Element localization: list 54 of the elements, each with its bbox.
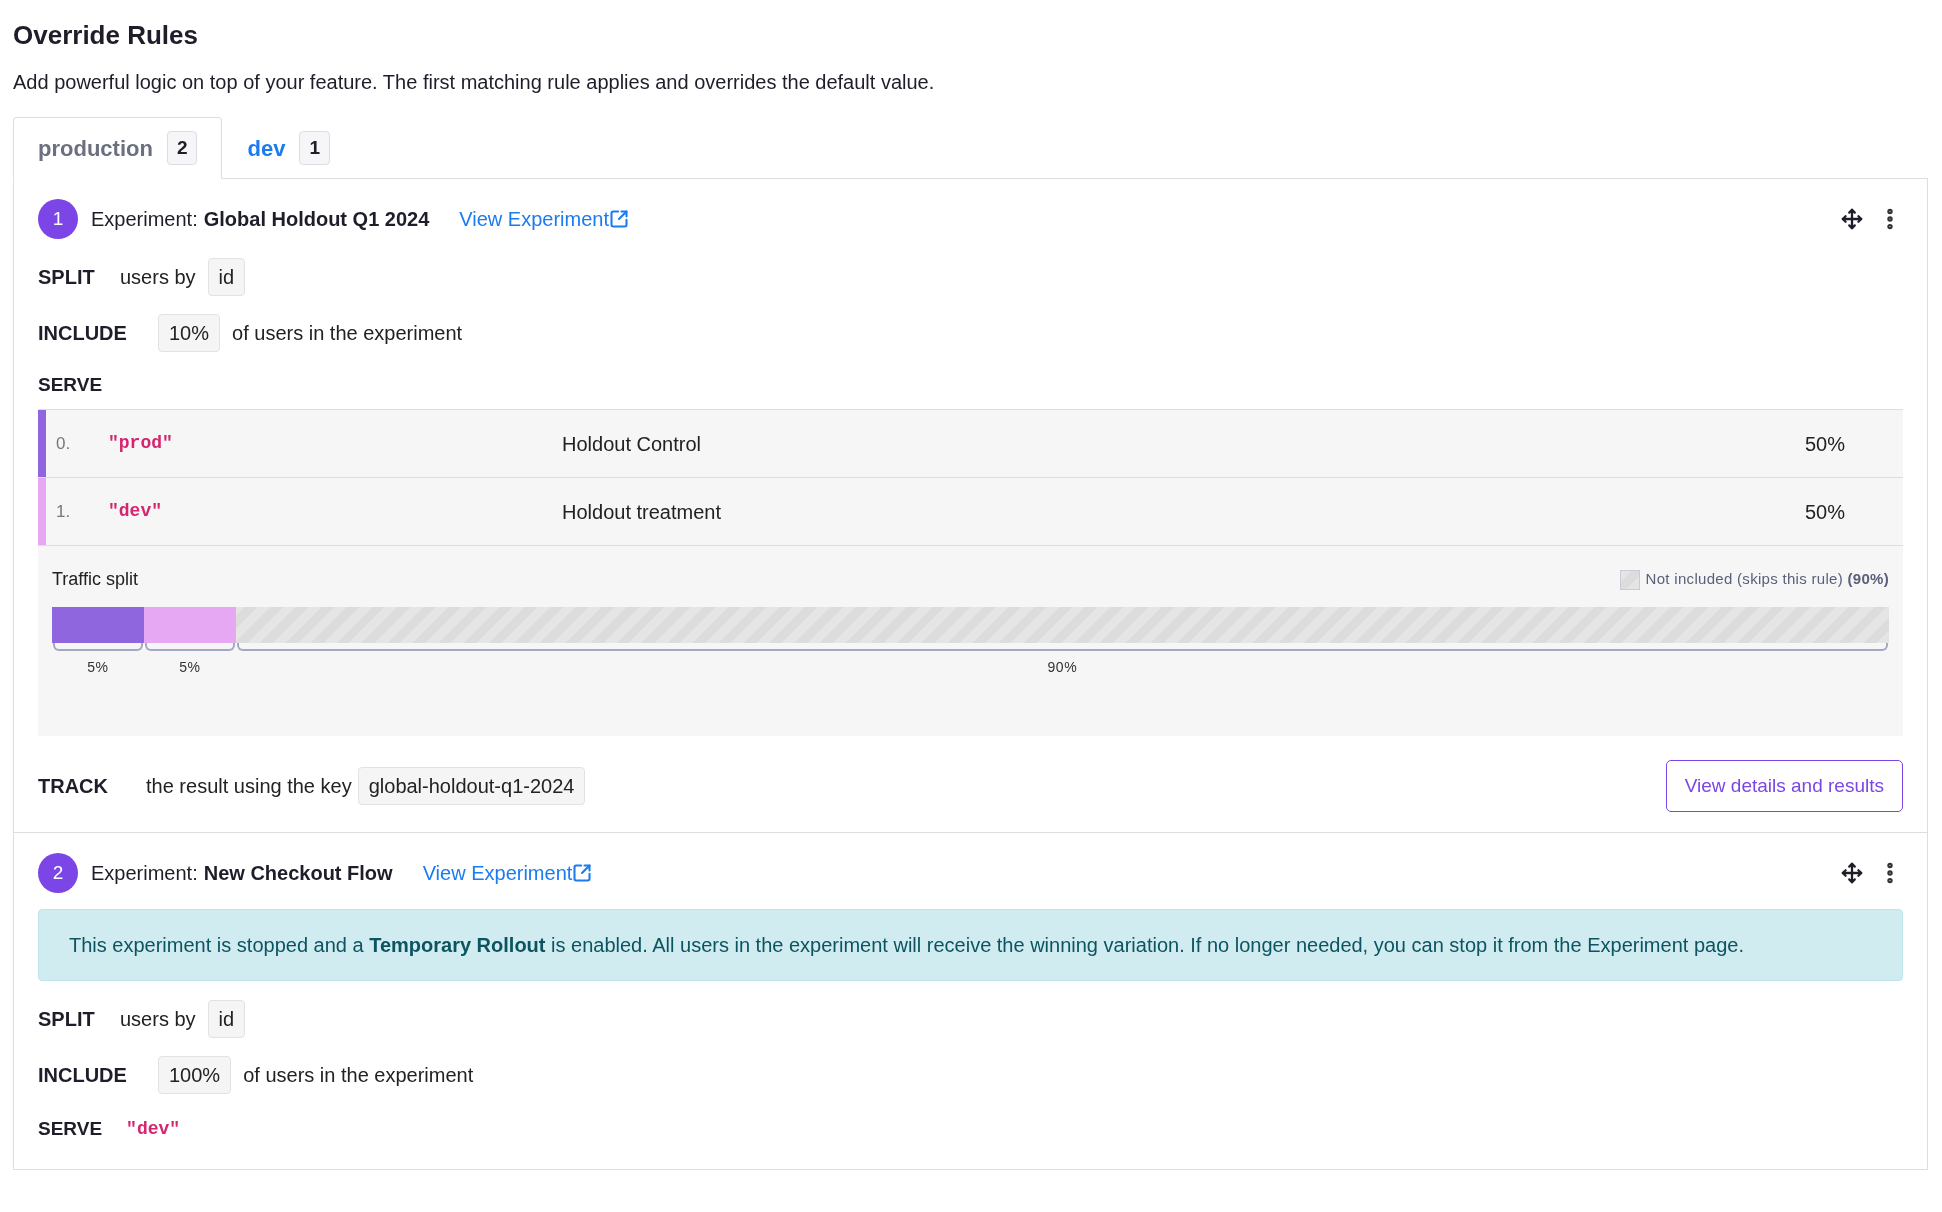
traffic-split-label: Traffic split (52, 568, 139, 591)
drag-handle-icon[interactable] (1841, 862, 1863, 884)
attribute-chip: id (207, 1000, 246, 1038)
view-experiment-link[interactable]: View Experiment (459, 204, 630, 234)
variation-index: 0. (56, 432, 72, 455)
experiment-name: Global Holdout Q1 2024 (203, 207, 430, 232)
page-description: Add powerful logic on top of your feature. The first matching rule applies and overrides the default value. (13, 70, 936, 95)
variation-name: Holdout treatment (562, 499, 722, 525)
rule-keyword: TRACK (38, 774, 109, 799)
rule-keyword: INCLUDE (38, 321, 128, 346)
page-title: Override Rules (13, 19, 199, 52)
environment-tab[interactable]: production 2 (13, 117, 223, 179)
attribute-chip: id (207, 258, 246, 296)
rule-keyword: SPLIT (38, 1007, 96, 1032)
info-alert: This experiment is stopped and a Temporary Rollout is enabled. All users in the experiment will receive the winning variation. If no longer needed, you can stop it from the Experiment page. (38, 909, 1903, 981)
tracking-key-chip: global-holdout-q1-2024 (357, 767, 586, 805)
segment-percent: 5% (179, 658, 201, 677)
external-link-icon (572, 863, 593, 883)
experiment-name: New Checkout Flow (203, 861, 393, 886)
split-text: users by (120, 1007, 196, 1032)
rule-number-badge: 2 (38, 853, 78, 893)
variation-value: "dev" (108, 500, 163, 523)
variation-percent: 50% (1804, 431, 1845, 457)
legend-text: Not included (skips this rule) (90%) (1645, 569, 1889, 590)
view-details-button[interactable]: View details and results (1665, 760, 1903, 812)
tab-label: dev (247, 134, 286, 163)
rule-keyword: SERVE (38, 1116, 103, 1141)
rule-keyword: SPLIT (38, 265, 96, 290)
rule-number-badge: 1 (38, 199, 78, 239)
external-link-icon (609, 209, 630, 229)
variation-index: 1. (56, 500, 72, 523)
variation-name: Holdout Control (562, 431, 702, 457)
tab-count-badge: 2 (166, 130, 198, 166)
environment-tab[interactable]: dev 1 (222, 117, 355, 179)
include-text: of users in the experiment (232, 321, 463, 346)
variation-percent: 50% (1804, 499, 1845, 525)
drag-handle-icon[interactable] (1841, 208, 1863, 230)
legend-swatch-icon (1619, 569, 1640, 590)
experiment-label: Experiment: (91, 861, 198, 886)
segment-percent: 5% (87, 658, 109, 677)
serve-value: "dev" (126, 1117, 181, 1141)
view-experiment-link[interactable]: View Experiment (422, 858, 593, 888)
rule-keyword: INCLUDE (38, 1063, 128, 1088)
rule-keyword: SERVE (38, 372, 103, 397)
include-percent-chip: 100% (158, 1056, 232, 1094)
experiment-label: Experiment: (91, 207, 198, 232)
variation-value: "prod" (108, 432, 174, 455)
include-percent-chip: 10% (158, 314, 221, 352)
tab-count-badge: 1 (299, 130, 330, 166)
segment-percent: 90% (1047, 658, 1078, 677)
track-text: the result using the key (146, 774, 352, 799)
tab-label: production (38, 134, 153, 163)
include-text: of users in the experiment (243, 1063, 474, 1088)
split-text: users by (120, 265, 196, 290)
